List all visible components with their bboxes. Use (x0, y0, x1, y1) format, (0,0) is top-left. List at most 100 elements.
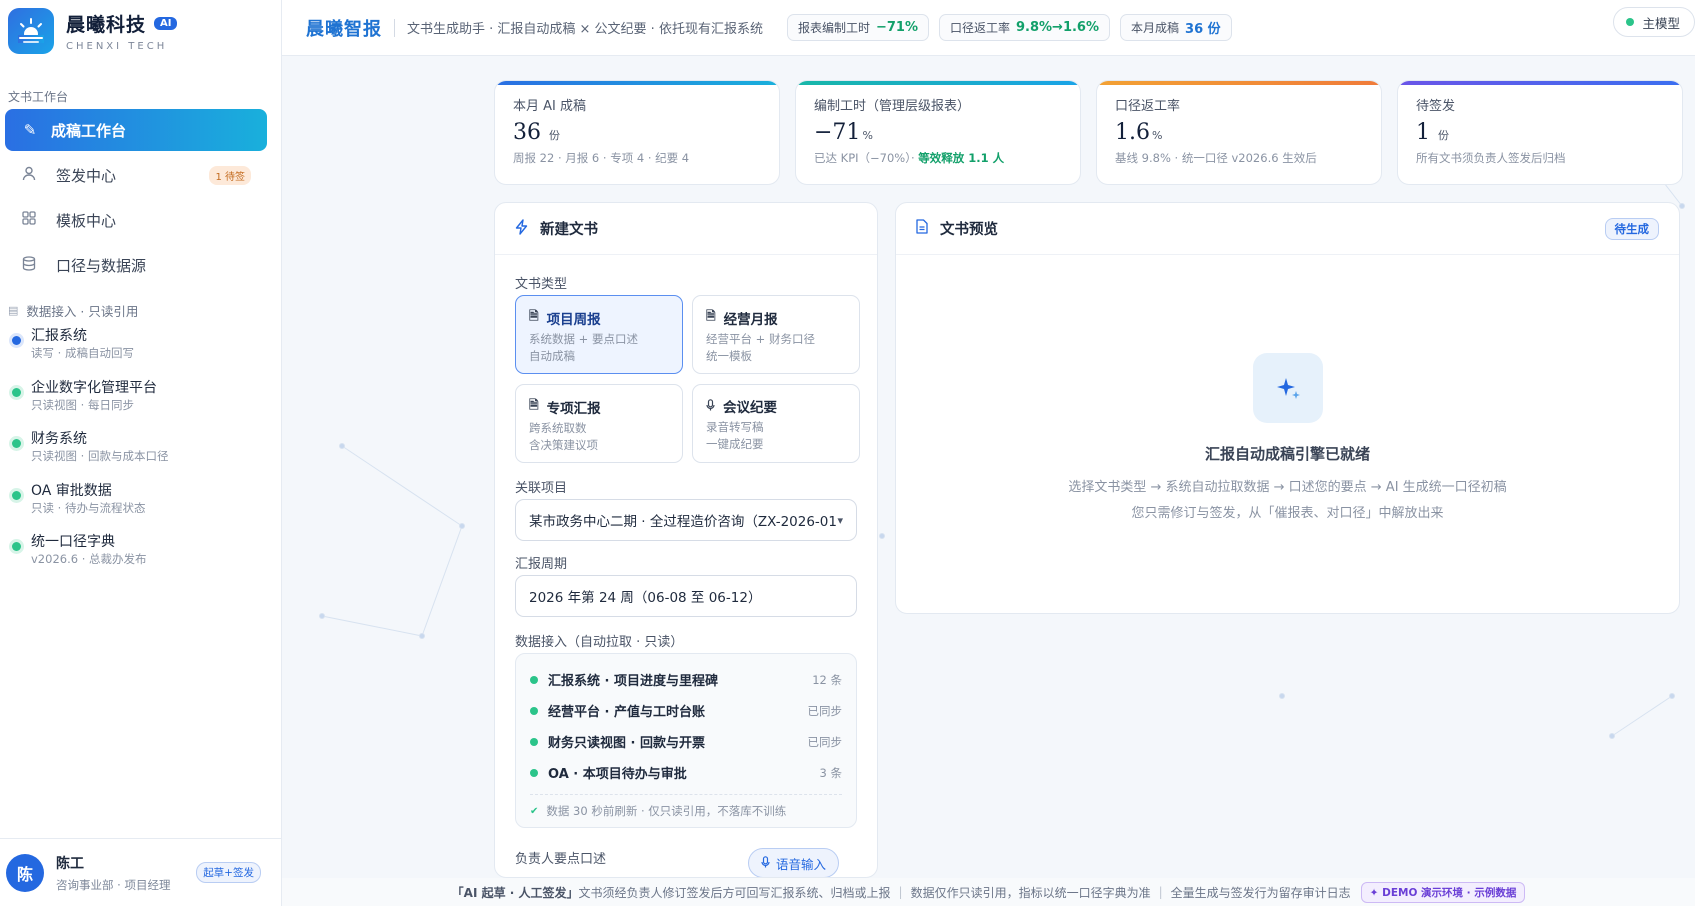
metric-value: −71% (875, 20, 918, 35)
panel-title: 新建文书 (540, 222, 598, 238)
refresh-note-text: 数据 30 秒前刷新 · 仅只读引用，不落库不训练 (546, 804, 787, 818)
divider: | (1158, 885, 1163, 899)
data-section-label: ▤ 数据接入 · 只读引用 (0, 300, 281, 320)
source-name: OA · 本项目待办与审批 (548, 767, 687, 782)
sidebar-nav: ✎ 成稿工作台 签发中心 1 待签 模板中心 口径与数据源 (0, 109, 281, 286)
sidebar-item-label: 签发中心 (56, 166, 117, 185)
dictation-label: 负责人要点口述 (515, 852, 607, 867)
document-icon (916, 219, 928, 238)
empty-state-line: 选择文书类型 → 系统自动拉取数据 → 口述您的要点 → AI 生成统一口径初稿 (1068, 480, 1507, 495)
data-source-name: OA 审批数据 (31, 482, 112, 499)
kpi-label: 口径返工率 (1115, 99, 1181, 114)
data-source-desc: v2026.6 · 总裁办发布 (31, 552, 147, 566)
panel-header: 文书预览 待生成 (896, 203, 1679, 255)
sidebar-item-label: 成稿工作台 (51, 121, 127, 140)
metric-pill-rework: 口径返工率 9.8%→1.6% (938, 14, 1111, 41)
source-status: 3 条 (819, 765, 842, 780)
data-source-desc: 读写 · 成稿自动回写 (31, 346, 134, 360)
kpi-card-rework: 口径返工率 1.6 % 基线 9.8% · 统一口径 v2026.6 生效后 (1096, 80, 1382, 185)
metric-value: 9.8%→1.6% (1016, 20, 1100, 35)
data-section-text: 数据接入 · 只读引用 (26, 303, 139, 319)
list-item[interactable]: 汇报系统 读写 · 成稿自动回写 (0, 320, 281, 372)
type-card-monthly[interactable]: 🗎 经营月报 经营平台 + 财务口径 统一模板 (692, 295, 860, 374)
kpi-note: 已达 KPI（−70%）· 等效释放 1.1 人 (814, 150, 1062, 166)
status-dot (530, 768, 538, 777)
list-item: 财务只读视图 · 回款与开票 已同步 (530, 726, 842, 757)
footer-notice: 「AI 起草 · 人工签发」 文书须经负责人修订签发后方可回写汇报系统、归档或上… (282, 878, 1695, 906)
kpi-card-pending: 待签发 1 份 所有文书须负责人签发后归档 (1397, 80, 1683, 185)
sidebar-item-signing[interactable]: 签发中心 1 待签 (4, 154, 277, 196)
data-source-label: 数据接入（自动拉取 · 只读） (515, 635, 684, 650)
kpi-label: 待签发 (1416, 99, 1456, 114)
type-card-weekly[interactable]: 🗎 项目周报 系统数据 + 要点口述 自动成稿 (515, 295, 683, 374)
period-label: 汇报周期 (515, 557, 568, 572)
sidebar-item-templates[interactable]: 模板中心 (4, 199, 277, 241)
model-selector[interactable]: 主模型 (1613, 7, 1695, 37)
brand: 晨曦科技 AI CHENXI TECH (0, 0, 281, 62)
empty-state-title: 汇报自动成稿引擎已就绪 (1204, 445, 1370, 463)
app-description: 文书生成助手 · 汇报自动成稿 × 公文纪要 · 依托现有汇报系统 (407, 22, 763, 37)
period-input[interactable]: 2026 年第 24 周（06-08 至 06-12） (515, 575, 857, 617)
pending-badge: 1 待签 (209, 165, 251, 185)
sidebar-section-label: 文书工作台 (8, 90, 69, 104)
kpi-value: 36 份 (513, 120, 761, 145)
kpi-number: 1 (1416, 120, 1430, 145)
voice-button-label: 语音输入 (775, 856, 826, 872)
status-dot (12, 542, 21, 551)
pen-icon: ✎ (23, 121, 37, 139)
type-label: 文书类型 (515, 277, 568, 292)
list-item[interactable]: 财务系统 只读视图 · 回款与成本口径 (0, 423, 281, 475)
type-card-special[interactable]: 🗎 专项汇报 跨系统取数 含决策建议项 (515, 384, 683, 463)
data-source-name: 企业数字化管理平台 (31, 379, 157, 396)
sidebar-item-datasources[interactable]: 口径与数据源 (4, 244, 277, 286)
check-circle-icon: ✔ (530, 805, 539, 817)
sidebar-item-drafting[interactable]: ✎ 成稿工作台 (5, 109, 267, 151)
metric-label: 口径返工率 (949, 21, 1010, 35)
document-icon: 🗎 (706, 309, 716, 323)
sparkle-icon (1252, 353, 1323, 423)
list-item[interactable]: OA 审批数据 只读 · 待办与流程状态 (0, 475, 281, 527)
metric-pill-hours: 报表编制工时 −71% (786, 14, 929, 41)
kpi-note-text: 已达 KPI（−70%）· (814, 151, 915, 165)
data-source-desc: 只读视图 · 每日同步 (31, 397, 134, 412)
voice-input-button[interactable]: 语音输入 (747, 848, 839, 877)
data-source-desc: 只读 · 待办与流程状态 (31, 500, 146, 515)
source-status: 12 条 (812, 672, 842, 687)
lightning-icon (515, 218, 528, 239)
type-title: 经营月报 (723, 311, 778, 328)
list-item[interactable]: 统一口径字典 v2026.6 · 总裁办发布 (0, 526, 281, 578)
user-profile[interactable]: 陈 陈工 咨询事业部 · 项目经理 起草+签发 (0, 838, 281, 906)
kpi-number: 36 (513, 120, 541, 145)
model-label: 主模型 (1642, 15, 1680, 31)
kpi-unit: % (862, 129, 873, 142)
footer-strong: 「AI 起草 · 人工签发」 (451, 885, 579, 900)
permission-badge: 起草+签发 (196, 862, 261, 883)
grid-icon (20, 211, 38, 229)
kpi-value: 1.6 % (1115, 120, 1363, 145)
sidebar-item-label: 口径与数据源 (56, 256, 147, 275)
type-card-minutes[interactable]: 会议纪要 录音转写稿 一键成纪要 (692, 384, 860, 463)
kpi-label: 本月 AI 成稿 (513, 99, 586, 114)
avatar: 陈 (6, 853, 44, 892)
list-item[interactable]: 企业数字化管理平台 只读视图 · 每日同步 (0, 372, 281, 424)
footer-text: 数据仅作只读引用，指标以统一口径字典为准 (910, 885, 1151, 900)
status-dot (530, 706, 538, 715)
top-header: 晨曦智报 文书生成助手 · 汇报自动成稿 × 公文纪要 · 依托现有汇报系统 报… (282, 0, 1695, 56)
empty-state-line: 您只需修订与签发，从「催报表、对口径」中解放出来 (1131, 506, 1444, 521)
data-source-desc: 只读视图 · 回款与成本口径 (31, 449, 169, 463)
metric-value: 36 份 (1185, 22, 1221, 37)
type-desc: 跨系统取数 含决策建议项 (529, 421, 598, 452)
kpi-number: 1.6 (1115, 120, 1150, 145)
list-item: 汇报系统 · 项目进度与里程碑 12 条 (530, 664, 842, 695)
divider (394, 18, 395, 37)
panel-title: 文书预览 (940, 222, 998, 238)
list-item: 经营平台 · 产值与工时台账 已同步 (530, 695, 842, 726)
status-badge: 待生成 (1604, 217, 1659, 240)
kpi-card-drafts: 本月 AI 成稿 36 份 周报 22 · 月报 6 · 专项 4 · 纪要 4 (494, 80, 780, 185)
data-source-name: 财务系统 (31, 431, 87, 447)
source-status: 已同步 (807, 734, 843, 749)
kpi-note-highlight: 等效释放 1.1 人 (918, 151, 1005, 165)
sunrise-logo-icon (8, 8, 54, 54)
project-select[interactable]: 某市政务中心二期 · 全过程造价咨询（ZX-2026-01 ▾ (515, 499, 857, 541)
metric-label: 报表编制工时 (797, 21, 870, 35)
